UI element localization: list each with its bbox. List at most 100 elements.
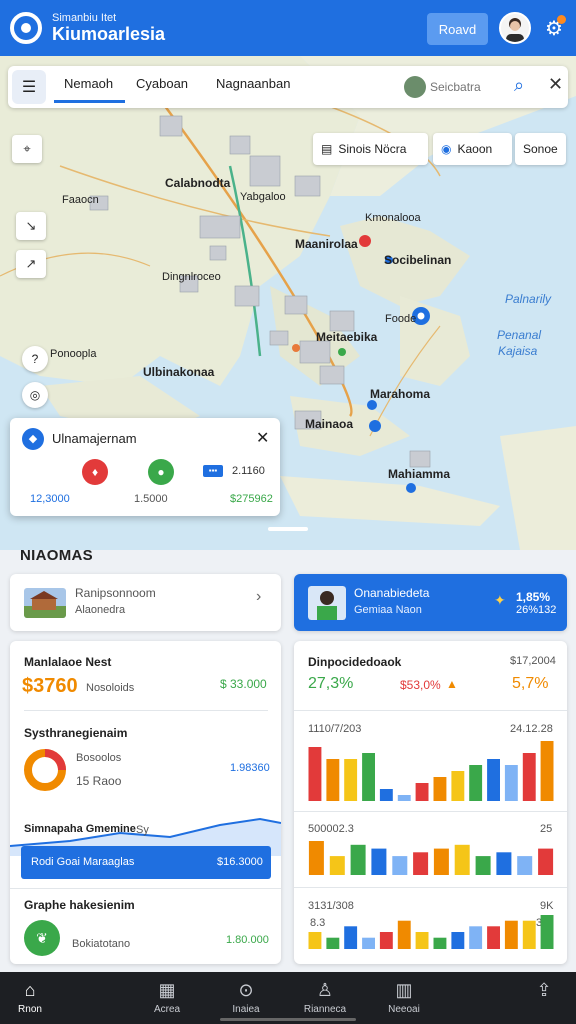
chart2-label: 500002.3 xyxy=(308,823,354,835)
layer-button-3[interactable]: Sonoe xyxy=(515,133,566,165)
place-thumbnail xyxy=(24,588,66,618)
nav-label: Neeoai xyxy=(388,1004,420,1015)
leaf-icon: ❦ xyxy=(24,920,60,956)
divider xyxy=(294,811,567,812)
nav-item-share[interactable]: ⇪ xyxy=(514,980,574,1004)
location-info-popup: ◆ Ulnamajernam ✕ ♦ ● ▪▪▪ 2.1160 12,3000 … xyxy=(10,418,280,516)
check-icon[interactable]: ● xyxy=(148,459,174,485)
share-icon: ⇪ xyxy=(536,980,552,1000)
chart-bar xyxy=(540,915,554,949)
chart-bar xyxy=(538,848,554,875)
stat-3: 5,7% xyxy=(512,675,549,692)
stat-1: 27,3% xyxy=(308,675,354,692)
chart-bar xyxy=(397,920,411,949)
donut-chart-icon xyxy=(24,749,66,791)
place-card[interactable]: Ranipsonnoom Alaonedra › xyxy=(10,574,281,631)
location-pin-icon: ◆ xyxy=(22,428,44,450)
tab-2[interactable]: Cyaboan xyxy=(136,76,188,91)
metrics-sub-label: Nosoloids xyxy=(86,682,135,694)
chart-bar xyxy=(522,753,536,801)
settings-icon[interactable]: ⚙ xyxy=(542,15,566,41)
stat-2: $53,0% xyxy=(400,678,441,692)
chart-bar xyxy=(362,753,375,801)
chevron-right-icon[interactable]: › xyxy=(256,588,261,606)
layer-button-1[interactable]: ▤ Sinois Nöcra xyxy=(313,133,428,165)
zoom-out-icon[interactable]: ↗ xyxy=(16,250,46,278)
close-popup-icon[interactable]: ✕ xyxy=(256,428,269,448)
layer-label: Kaoon xyxy=(457,142,493,156)
highlight-card[interactable]: Onanabiedeta Gemiaa Naon ✦ 1,85% 26%132 xyxy=(294,574,567,631)
chart-bar xyxy=(469,765,483,801)
map-label: Kajaisa xyxy=(498,344,538,358)
chart-bar xyxy=(487,926,500,949)
tab-1[interactable]: Nemaoh xyxy=(53,76,126,103)
bar-mid-label: Maraaglas xyxy=(83,856,135,868)
home-icon: ⌂ xyxy=(24,980,36,1000)
map-label: Ponoopla xyxy=(50,348,97,360)
bottom-navigation: ⌂ Rnon ▦ Acrea ⊙ Inaiea ♙ Rianneca ▥ Nee… xyxy=(0,972,576,1024)
app-title-block: Simanbiu Itet Kiumoarlesia xyxy=(52,12,166,44)
layer-button-2[interactable]: ◉ Kaoon xyxy=(433,133,512,165)
chart-bar xyxy=(504,765,518,801)
chart-bar xyxy=(371,848,387,875)
chart1-label: 1110/7/203 xyxy=(308,723,362,735)
divider xyxy=(294,710,567,711)
search-icon[interactable]: ⌕ xyxy=(514,75,524,96)
nav-item-home[interactable]: ⌂ Rnon xyxy=(0,980,60,1015)
row2-title: Systhranegienaim xyxy=(24,726,128,740)
search-avatar xyxy=(404,76,426,98)
home-indicator xyxy=(220,1018,356,1021)
zoom-in-icon[interactable]: ↘ xyxy=(16,212,46,240)
place-title: Ranipsonnoom xyxy=(75,586,156,600)
compass-icon[interactable]: ? xyxy=(22,346,48,372)
search-input[interactable] xyxy=(430,76,510,98)
charts-title-value: $17,2004 xyxy=(510,655,556,667)
user-icon: ♙ xyxy=(316,980,334,1000)
chart-bar xyxy=(308,841,324,875)
row2-b: 15 Raoo xyxy=(76,774,122,788)
nav-item-explore[interactable]: ⊙ Inaiea xyxy=(216,980,276,1015)
chart-bar xyxy=(433,777,447,801)
arrow-up-icon: ▲ xyxy=(446,677,458,691)
sparkle-icon: ✦ xyxy=(494,592,506,608)
layers-toggle-icon[interactable]: ◎ xyxy=(22,382,48,408)
charts-card: Dinpocidedoaok $17,2004 27,3% $53,0% ▲ 5… xyxy=(294,641,567,964)
bar-chart-3 xyxy=(308,915,554,949)
nav-item-map[interactable]: ▦ Acrea xyxy=(137,980,197,1015)
chart-bar xyxy=(326,759,340,801)
chart-bar xyxy=(379,932,393,949)
chart-bar xyxy=(415,783,429,801)
map-menu-icon[interactable]: ☰ xyxy=(12,70,46,104)
chart-bar xyxy=(454,844,470,875)
nav-label: Rnon xyxy=(18,1004,42,1015)
section-title: NIAOMAS xyxy=(20,547,93,564)
app-logo xyxy=(10,12,42,44)
close-icon[interactable]: ✕ xyxy=(548,74,563,95)
popup-value-3: $275962 xyxy=(230,493,273,505)
app-subtitle: Simanbiu Itet xyxy=(52,12,117,24)
popup-badge-text: 2.1160 xyxy=(232,465,265,477)
bar-chart-1 xyxy=(308,741,554,801)
app-title: Kiumoarlesia xyxy=(52,24,166,44)
user-avatar[interactable] xyxy=(499,12,531,44)
layers-icon: ◉ xyxy=(441,142,452,156)
flag-icon[interactable]: ♦ xyxy=(82,459,108,485)
map-label: Ulbinakonaa xyxy=(143,365,215,379)
popup-value-2: 1.5000 xyxy=(134,493,168,505)
drag-handle[interactable] xyxy=(268,527,308,531)
chart-bar xyxy=(517,856,533,875)
tab-3[interactable]: Nagnaanban xyxy=(216,76,290,91)
chart-bar xyxy=(487,759,500,801)
locate-icon[interactable]: ⌖ xyxy=(12,135,42,163)
chart-bar xyxy=(308,932,322,949)
compass-icon: ⊙ xyxy=(238,980,254,1000)
chart-bar xyxy=(469,926,483,949)
highlight-subtitle: Gemiaa Naon xyxy=(354,604,422,616)
chart1-value: 24.12.28 xyxy=(510,723,553,735)
nav-item-library[interactable]: ▥ Neeoai xyxy=(374,980,434,1015)
header-action-button[interactable]: Roavd xyxy=(427,13,488,45)
highlight-bar[interactable]: Rodi Goai Maraaglas $16.3000 xyxy=(21,846,271,879)
chart-bar xyxy=(496,852,512,875)
chart-bar xyxy=(308,747,322,801)
nav-item-profile[interactable]: ♙ Rianneca xyxy=(295,980,355,1015)
